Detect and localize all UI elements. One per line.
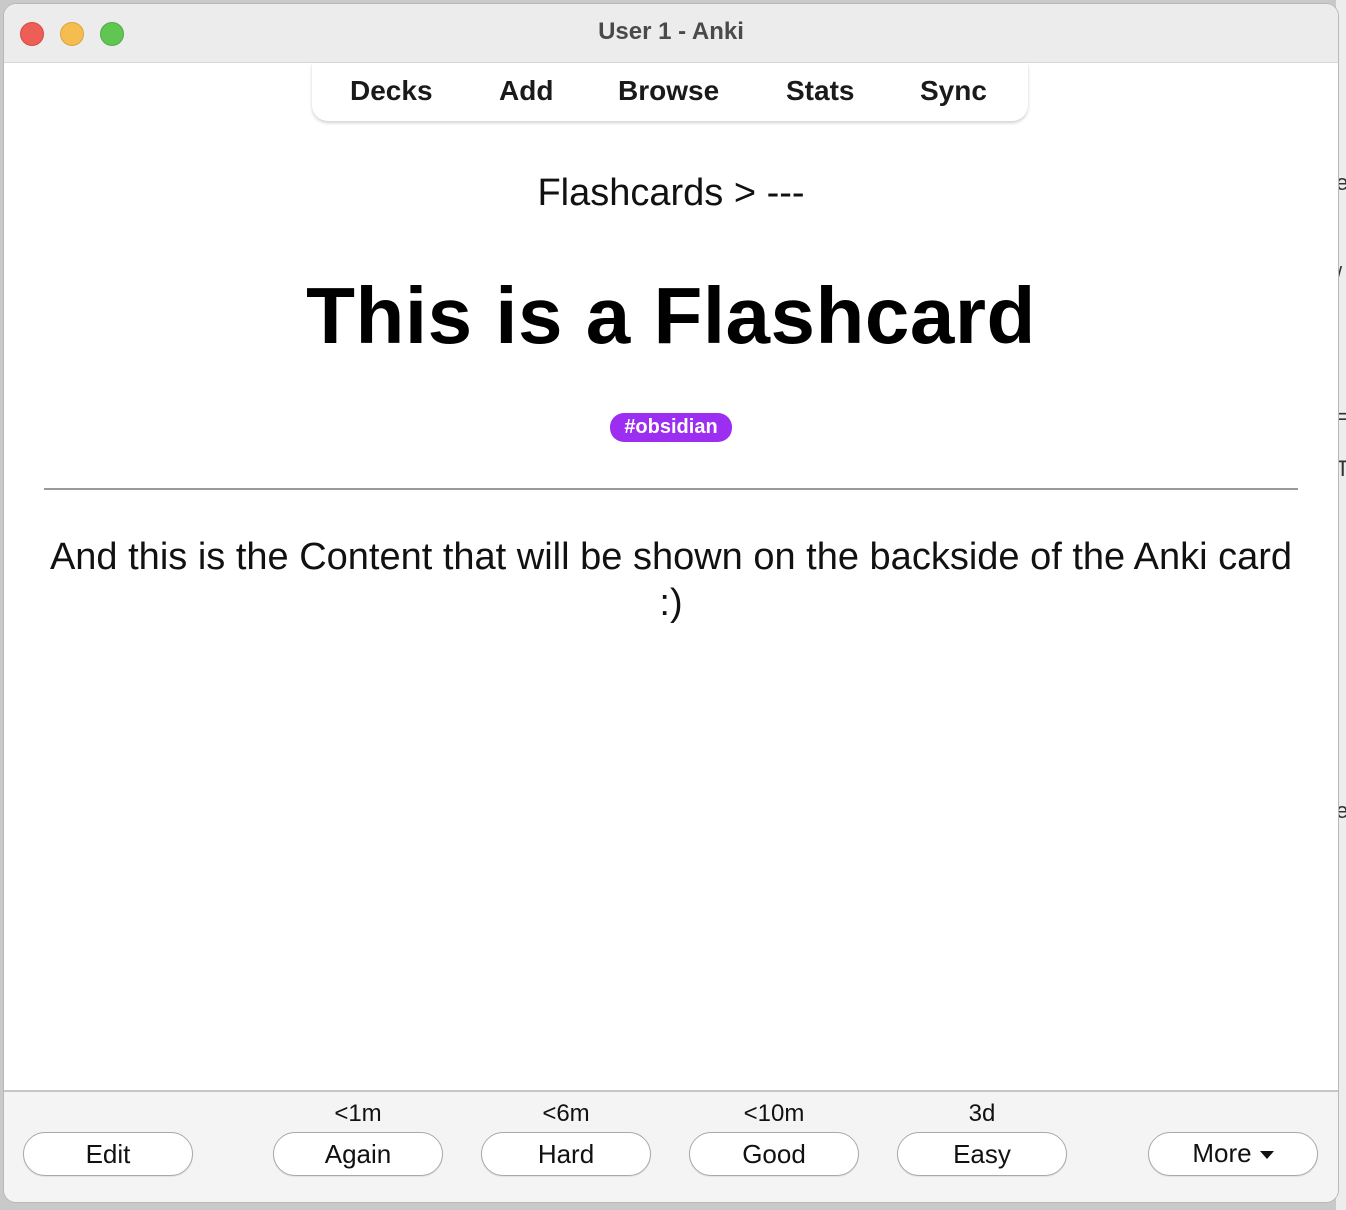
more-button-label: More	[1192, 1138, 1252, 1168]
deck-breadcrumb: Flashcards > ---	[537, 172, 805, 214]
card-front-text: This is a Flashcard	[306, 271, 1036, 360]
easy-interval-label: 3d	[968, 1100, 996, 1127]
good-interval-label: <10m	[743, 1100, 805, 1127]
answer-divider	[44, 488, 1298, 490]
toolbar-sync-link[interactable]: Sync	[920, 75, 987, 107]
more-button[interactable]: More	[1148, 1132, 1318, 1176]
card-back-text: And this is the Content that will be sho…	[49, 536, 1293, 624]
window-title: User 1 - Anki	[598, 18, 744, 45]
anki-window: User 1 - Anki Decks Add Browse Stats Syn…	[4, 4, 1338, 1202]
toolbar-decks-link[interactable]: Decks	[350, 75, 433, 107]
hard-interval-label: <6m	[542, 1100, 590, 1127]
tag-container: #obsidian	[4, 413, 1338, 442]
edit-button[interactable]: Edit	[23, 1132, 193, 1176]
easy-button[interactable]: Easy	[897, 1132, 1067, 1176]
again-interval-label: <1m	[334, 1100, 382, 1127]
toolbar-browse-link[interactable]: Browse	[618, 75, 719, 107]
dropdown-caret-icon	[1259, 1151, 1274, 1160]
hard-button[interactable]: Hard	[481, 1132, 651, 1176]
good-button[interactable]: Good	[689, 1132, 859, 1176]
title-bar[interactable]: User 1 - Anki	[4, 4, 1338, 63]
toolbar-add-link[interactable]: Add	[499, 75, 553, 107]
again-button[interactable]: Again	[273, 1132, 443, 1176]
tag-badge: #obsidian	[610, 413, 732, 442]
main-toolbar: Decks Add Browse Stats Sync	[312, 63, 1028, 121]
toolbar-stats-link[interactable]: Stats	[786, 75, 854, 107]
review-bottom-bar: Edit <1m Again <6m Hard <10m Good 3d Eas…	[4, 1090, 1338, 1202]
